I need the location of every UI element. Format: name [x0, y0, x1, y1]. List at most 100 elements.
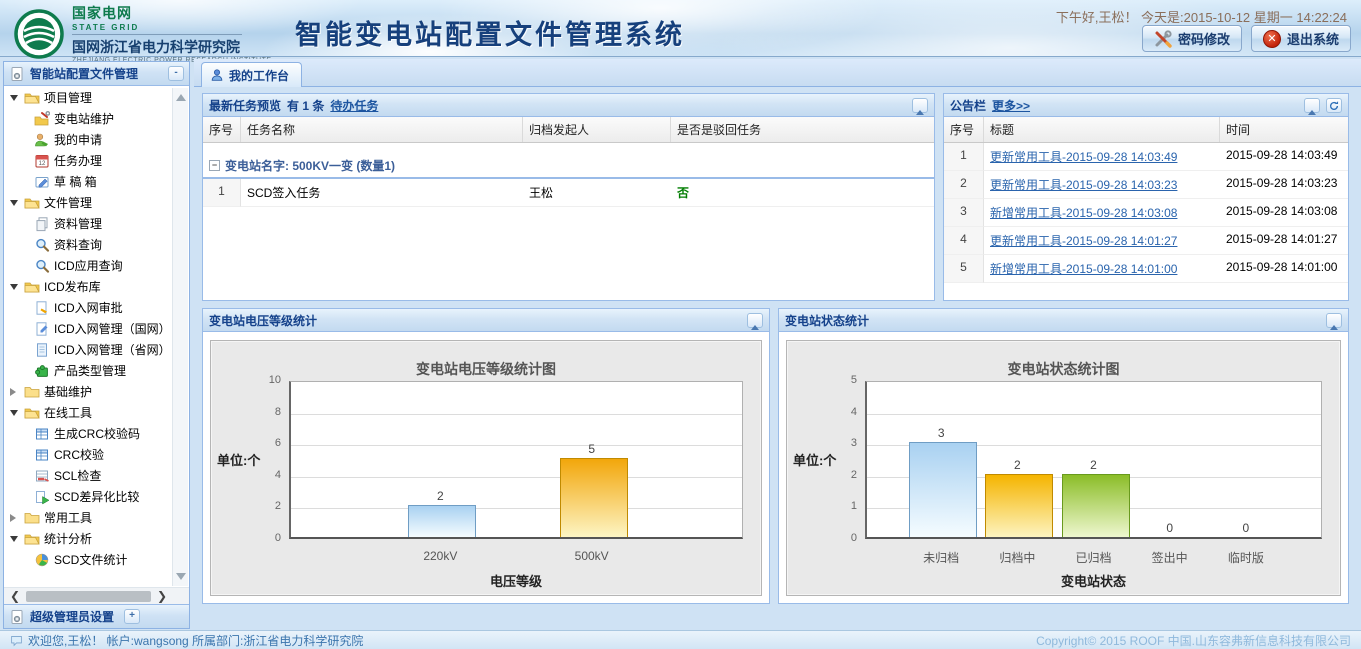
notice-title-cell: 新增常用工具-2015-09-28 14:01:00 — [984, 255, 1220, 283]
chart-title: 变电站电压等级统计图 — [211, 341, 761, 381]
tree-item[interactable]: 草 稿 箱 — [4, 171, 189, 192]
tree-item[interactable]: SCD差异化比较 — [4, 486, 189, 507]
scroll-up-icon[interactable] — [176, 94, 186, 101]
tree-expander[interactable] — [10, 95, 20, 101]
tree-item[interactable]: 资料管理 — [4, 213, 189, 234]
tree-item[interactable]: SCD文件统计 — [4, 549, 189, 570]
task-table-header[interactable]: 序号 任务名称 归档发起人 是否是驳回任务 — [203, 117, 934, 143]
tree-horizontal-scrollbar[interactable]: ❮ ❯ — [4, 587, 189, 604]
tree-folder[interactable]: 统计分析 — [4, 528, 189, 549]
tree-item[interactable]: 变电站维护 — [4, 108, 189, 129]
notice-link[interactable]: 新增常用工具-2015-09-28 14:03:08 — [990, 204, 1214, 221]
tree-item[interactable]: 12任务办理 — [4, 150, 189, 171]
scrollbar-thumb[interactable] — [26, 591, 151, 602]
notice-link[interactable]: 更新常用工具-2015-09-28 14:03:49 — [990, 148, 1214, 165]
tree-item-label: 产品类型管理 — [54, 362, 126, 379]
tree-item[interactable]: ICD入网审批 — [4, 297, 189, 318]
x-category-label: 220kV — [390, 549, 490, 563]
notice-link[interactable]: 新增常用工具-2015-09-28 14:01:00 — [990, 260, 1214, 277]
tree-item[interactable]: 产品类型管理 — [4, 360, 189, 381]
tree-expander[interactable] — [10, 514, 20, 522]
tree-item[interactable]: ICD入网管理（省网） — [4, 339, 189, 360]
tree-vertical-scrollbar[interactable] — [172, 88, 188, 586]
tree-folder[interactable]: 常用工具 — [4, 507, 189, 528]
sidebar-header[interactable]: 智能站配置文件管理 - — [4, 62, 189, 86]
task-initiator-cell: 王松 — [523, 179, 671, 207]
status-panel-collapse-button[interactable] — [1326, 313, 1342, 328]
table-row[interactable]: 3新增常用工具-2015-09-28 14:03:082015-09-28 14… — [944, 199, 1348, 227]
tree-expander[interactable] — [10, 536, 20, 542]
notice-panel-title: 公告栏 — [950, 97, 986, 114]
diff-compare-icon — [34, 489, 50, 505]
notice-title-cell: 更新常用工具-2015-09-28 14:03:49 — [984, 143, 1220, 171]
column-header[interactable]: 标题 — [984, 117, 1220, 142]
scroll-down-icon[interactable] — [176, 573, 186, 580]
column-header[interactable]: 归档发起人 — [523, 117, 671, 142]
folder-open-icon — [24, 279, 40, 295]
change-password-button[interactable]: 密码修改 — [1142, 25, 1242, 52]
table-row[interactable]: 4更新常用工具-2015-09-28 14:01:272015-09-28 14… — [944, 227, 1348, 255]
column-header[interactable]: 任务名称 — [241, 117, 523, 142]
tree-item-label: 我的申请 — [54, 131, 102, 148]
notice-time-cell: 2015-09-28 14:03:49 — [1220, 143, 1348, 171]
brand-block: 国家电网 STATE GRID 国网浙江省电力科学研究院 ZHEJIANG EL… — [14, 3, 272, 64]
y-axis-label: 单位:个 — [217, 450, 281, 469]
table-row[interactable]: 1SCD签入任务王松否 — [203, 179, 934, 207]
voltage-level-chart: 变电站电压等级统计图02468102220kV5500kV单位:个电压等级 — [210, 340, 762, 596]
pending-tasks-link[interactable]: 待办任务 — [330, 97, 378, 114]
table-row[interactable]: 2更新常用工具-2015-09-28 14:03:232015-09-28 14… — [944, 171, 1348, 199]
tree-expander[interactable] — [10, 200, 20, 206]
scroll-left-icon[interactable]: ❮ — [10, 589, 20, 603]
y-tick-label: 1 — [823, 500, 857, 512]
collapse-group-icon[interactable]: − — [209, 160, 220, 171]
task-group-row[interactable]: − 变电站名字: 500KV一变 (数量1) — [203, 152, 934, 179]
tree-folder[interactable]: 项目管理 — [4, 87, 189, 108]
tree-item[interactable]: CRC校验 — [4, 444, 189, 465]
logout-button[interactable]: ✕ 退出系统 — [1251, 25, 1351, 52]
tree-folder[interactable]: 基础维护 — [4, 381, 189, 402]
table-row[interactable]: 5新增常用工具-2015-09-28 14:01:002015-09-28 14… — [944, 255, 1348, 283]
tree-item[interactable]: 生成CRC校验码 — [4, 423, 189, 444]
tree-item[interactable]: 我的申请 — [4, 129, 189, 150]
sidebar-collapse-button[interactable]: - — [168, 66, 184, 81]
column-header[interactable]: 序号 — [944, 117, 984, 142]
scroll-right-icon[interactable]: ❯ — [157, 589, 167, 603]
notice-more-link[interactable]: 更多>> — [992, 97, 1030, 114]
tree-expander[interactable] — [10, 388, 20, 396]
notice-refresh-button[interactable] — [1326, 98, 1342, 113]
task-panel-collapse-button[interactable] — [912, 98, 928, 113]
voltage-panel-collapse-button[interactable] — [747, 313, 763, 328]
column-header[interactable]: 是否是驳回任务 — [671, 117, 934, 142]
notice-panel-collapse-button[interactable] — [1304, 98, 1320, 113]
table-row[interactable]: 1更新常用工具-2015-09-28 14:03:492015-09-28 14… — [944, 143, 1348, 171]
admin-settings-panel[interactable]: 超级管理员设置 + — [4, 604, 189, 628]
copy-docs-icon — [34, 216, 50, 232]
tree-item[interactable]: 资料查询 — [4, 234, 189, 255]
task-count-text: 有 1 条 — [287, 97, 324, 114]
tree-folder[interactable]: 在线工具 — [4, 402, 189, 423]
tree-item[interactable]: ICD入网管理（国网） — [4, 318, 189, 339]
task-panel-title: 最新任务预览 — [209, 97, 281, 114]
puzzle-icon — [34, 363, 50, 379]
admin-expand-button[interactable]: + — [124, 609, 140, 624]
tree-item[interactable]: ICD应用查询 — [4, 255, 189, 276]
bar-value-label: 5 — [572, 442, 612, 456]
notice-link[interactable]: 更新常用工具-2015-09-28 14:01:27 — [990, 232, 1214, 249]
notice-time-cell: 2015-09-28 14:01:00 — [1220, 255, 1348, 283]
notice-row-number: 2 — [944, 171, 984, 199]
bar — [909, 442, 977, 537]
chart-title: 变电站状态统计图 — [787, 341, 1340, 381]
gridline — [291, 508, 742, 509]
tree-folder[interactable]: ICD发布库 — [4, 276, 189, 297]
notice-link[interactable]: 更新常用工具-2015-09-28 14:03:23 — [990, 176, 1214, 193]
column-header[interactable]: 序号 — [203, 117, 241, 142]
search-icon — [34, 258, 50, 274]
column-header[interactable]: 时间 — [1220, 117, 1348, 142]
tree-expander[interactable] — [10, 410, 20, 416]
tree-item[interactable]: SCL检查 — [4, 465, 189, 486]
tab-my-workspace[interactable]: 我的工作台 — [201, 62, 302, 87]
notice-title-cell: 更新常用工具-2015-09-28 14:01:27 — [984, 227, 1220, 255]
notice-table-header[interactable]: 序号 标题 时间 — [944, 117, 1348, 143]
tree-folder[interactable]: 文件管理 — [4, 192, 189, 213]
tree-expander[interactable] — [10, 284, 20, 290]
